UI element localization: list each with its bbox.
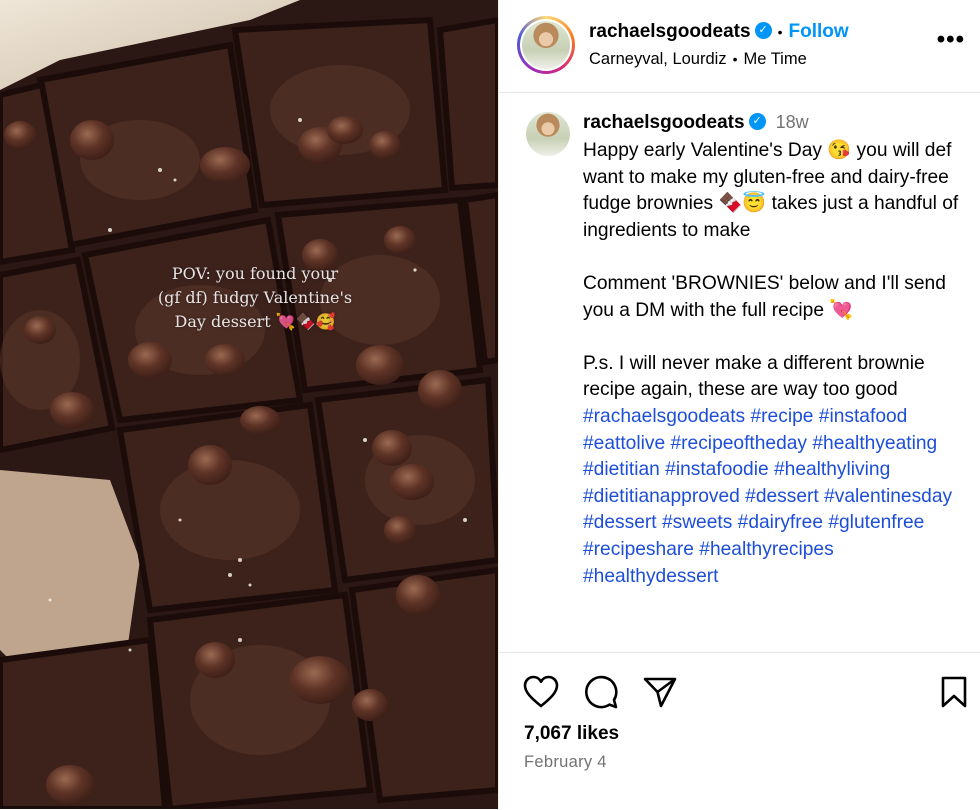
post-details-panel: rachaelsgoodeats ✓ • Follow Carneyval, Lour… xyxy=(498,0,980,809)
overlay-line: (gf df) fudgy Valentine's xyxy=(157,288,353,307)
follow-button[interactable]: Follow xyxy=(788,21,848,42)
paper-plane-icon[interactable] xyxy=(642,675,678,709)
separator-dot: • xyxy=(777,24,783,40)
post-caption: rachaelsgoodeats ✓ 18w Happy early Valenti… xyxy=(499,92,980,652)
post-date[interactable]: February 4 xyxy=(524,753,607,772)
hashtag-link[interactable]: #healthydessert xyxy=(583,566,718,587)
header-user-row: rachaelsgoodeats ✓ • Follow xyxy=(589,21,849,43)
hashtag-link[interactable]: #instafoodie xyxy=(665,459,768,480)
hashtag-link[interactable]: #eattolive xyxy=(583,433,665,454)
hashtag-link[interactable]: #recipe xyxy=(751,406,814,427)
avatar[interactable] xyxy=(526,112,570,156)
caption-header: rachaelsgoodeats ✓ 18w xyxy=(583,112,809,134)
hashtag-link[interactable]: #dessert xyxy=(745,486,819,507)
overlay-line: POV: you found your xyxy=(171,264,339,283)
hashtag-link[interactable]: #rachaelsgoodeats xyxy=(583,406,745,427)
hashtag-link[interactable]: #sweets xyxy=(662,512,732,533)
verified-badge-icon: ✓ xyxy=(748,113,766,131)
comment-bubble-icon[interactable] xyxy=(583,675,619,709)
hashtag-link[interactable]: #recipeoftheday xyxy=(670,433,807,454)
hashtag-link[interactable]: #dietitian xyxy=(583,459,660,480)
hashtag-link[interactable]: #healthyrecipes xyxy=(699,539,833,560)
bookmark-icon[interactable] xyxy=(939,675,969,709)
timestamp[interactable]: 18w xyxy=(776,112,809,132)
post-header: rachaelsgoodeats ✓ • Follow Carneyval, Lour… xyxy=(499,0,980,93)
overlay-line: Day dessert 💘🍫🥰 xyxy=(174,312,336,331)
separator-dot: • xyxy=(732,51,738,67)
hashtag-link[interactable]: #dessert xyxy=(583,512,657,533)
verified-badge-icon: ✓ xyxy=(754,22,772,40)
hashtag-link[interactable]: #healthyliving xyxy=(774,459,890,480)
brownies-photo xyxy=(0,0,498,809)
username-link[interactable]: rachaelsgoodeats xyxy=(589,21,751,42)
hashtag-link[interactable]: #instafood xyxy=(819,406,908,427)
caption-paragraph: Happy early Valentine's Day 😘 you will d… xyxy=(583,140,959,241)
hashtag-link[interactable]: #glutenfree xyxy=(828,512,924,533)
hashtag-link[interactable]: #valentinesday xyxy=(824,486,952,507)
hashtag-list: #rachaelsgoodeats #recipe #instafood #ea… xyxy=(583,404,973,590)
audio-track[interactable]: Me Time xyxy=(743,50,806,68)
caption-paragraph: Comment 'BROWNIES' below and I'll send y… xyxy=(583,272,946,321)
hashtag-link[interactable]: #dietitianapproved xyxy=(583,486,740,507)
caption-username[interactable]: rachaelsgoodeats xyxy=(583,112,745,133)
post-actions: 7,067 likes February 4 xyxy=(499,652,980,810)
audio-info[interactable]: Carneyval, Lourdiz • Me Time xyxy=(589,50,807,69)
post-media[interactable]: POV: you found your (gf df) fudgy Valent… xyxy=(0,0,498,809)
hashtag-link[interactable]: #recipeshare xyxy=(583,539,694,560)
hashtag-link[interactable]: #healthyeating xyxy=(812,433,937,454)
caption-paragraph: P.s. I will never make a different brown… xyxy=(583,352,925,401)
caption-text: Happy early Valentine's Day 😘 you will d… xyxy=(583,138,973,590)
more-options-icon[interactable]: ••• xyxy=(937,26,965,54)
avatar[interactable] xyxy=(522,21,570,69)
heart-icon[interactable] xyxy=(523,675,559,709)
audio-artist[interactable]: Carneyval, Lourdiz xyxy=(589,50,727,68)
video-overlay-caption: POV: you found your (gf df) fudgy Valent… xyxy=(135,262,375,334)
hashtag-link[interactable]: #dairyfree xyxy=(738,512,823,533)
like-count[interactable]: 7,067 likes xyxy=(524,723,619,745)
